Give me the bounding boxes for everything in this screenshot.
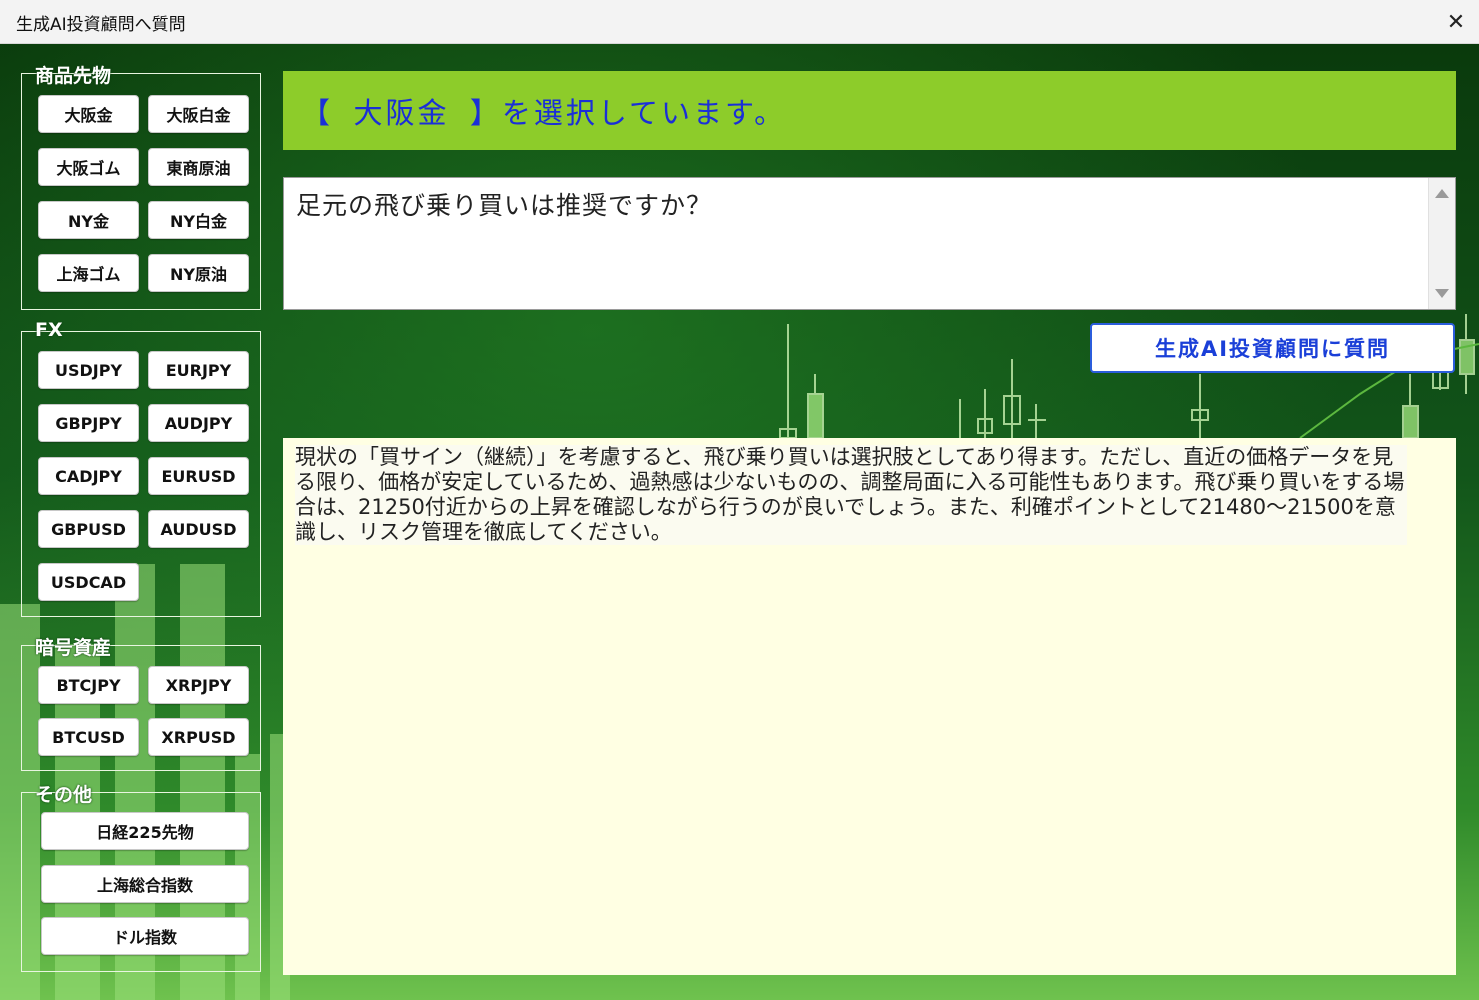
other-group-label: その他 [35,784,93,806]
fx-button-usdjpy[interactable]: USDJPY [38,351,139,389]
crypto-button-xrpusd[interactable]: XRPUSD [148,718,249,756]
other-button-nikkei225[interactable]: 日経225先物 [41,812,249,850]
commodity-button-osaka-gold[interactable]: 大阪金 [38,95,139,133]
other-button-dollar-index[interactable]: ドル指数 [41,917,249,955]
fx-button-audusd[interactable]: AUDUSD [148,510,249,548]
crypto-group-label: 暗号資産 [35,637,112,659]
scroll-up-icon[interactable] [1435,189,1449,198]
crypto-button-xrpjpy[interactable]: XRPJPY [148,666,249,704]
client-area: 商品先物 大阪金 大阪白金 大阪ゴム 東商原油 NY金 NY白金 上海ゴム NY… [0,44,1479,1000]
close-icon[interactable]: ✕ [1433,0,1479,44]
commodities-group-label: 商品先物 [35,65,112,87]
fx-button-audjpy[interactable]: AUDJPY [148,404,249,442]
fx-button-gbpjpy[interactable]: GBPJPY [38,404,139,442]
commodity-button-ny-gold[interactable]: NY金 [38,201,139,239]
commodity-button-shanghai-rubber[interactable]: 上海ゴム [38,254,139,292]
fx-button-eurjpy[interactable]: EURJPY [148,351,249,389]
question-input[interactable]: 足元の飛び乗り買いは推奨ですか？ [283,177,1456,310]
question-input-value[interactable]: 足元の飛び乗り買いは推奨ですか？ [296,186,712,222]
fx-button-eurusd[interactable]: EURUSD [148,457,249,495]
question-scrollbar[interactable] [1428,178,1455,309]
selection-text: 【 大阪金 】を選択しています。 [301,95,787,130]
scroll-down-icon[interactable] [1435,289,1449,298]
other-button-shanghai-composite[interactable]: 上海総合指数 [41,865,249,903]
fx-button-gbpusd[interactable]: GBPUSD [38,510,139,548]
title-bar: 生成AI投資顧問へ質問 ✕ [0,0,1479,44]
answer-text: 現状の「買サイン（継続）」を考慮すると、飛び乗り買いは選択肢としてあり得ます。た… [295,445,1407,545]
commodity-button-tocom-crude[interactable]: 東商原油 [148,148,249,186]
commodity-button-osaka-rubber[interactable]: 大阪ゴム [38,148,139,186]
fx-button-cadjpy[interactable]: CADJPY [38,457,139,495]
ask-advisor-button[interactable]: 生成AI投資顧問に質問 [1090,323,1455,373]
selection-banner: 【 大阪金 】を選択しています。 [283,71,1456,150]
crypto-button-btcjpy[interactable]: BTCJPY [38,666,139,704]
crypto-button-btcusd[interactable]: BTCUSD [38,718,139,756]
fx-group-label: FX [35,319,63,341]
commodity-button-osaka-platinum[interactable]: 大阪白金 [148,95,249,133]
fx-button-usdcad[interactable]: USDCAD [38,563,139,601]
commodity-button-ny-platinum[interactable]: NY白金 [148,201,249,239]
commodity-button-ny-crude[interactable]: NY原油 [148,254,249,292]
window-title: 生成AI投資顧問へ質問 [16,15,186,35]
answer-panel: 現状の「買サイン（継続）」を考慮すると、飛び乗り買いは選択肢としてあり得ます。た… [283,438,1456,975]
